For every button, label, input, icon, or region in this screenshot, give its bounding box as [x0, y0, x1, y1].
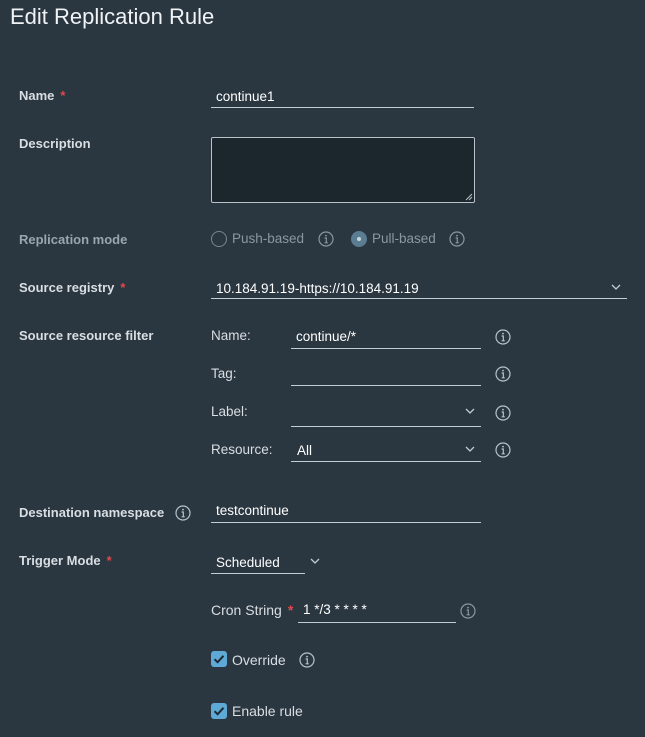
name-label: Name * — [19, 88, 65, 103]
filter-resource-info-icon[interactable] — [495, 442, 511, 458]
cron-string-value: 1 */3 * * * * — [303, 602, 367, 617]
required-marker: * — [287, 602, 294, 618]
filter-label-info-icon[interactable] — [495, 405, 511, 421]
required-marker: * — [60, 88, 66, 103]
pull-based-radio[interactable] — [351, 231, 367, 247]
chevron-down-icon — [465, 446, 475, 452]
override-info-icon[interactable] — [299, 652, 315, 668]
filter-tag-label: Tag: — [211, 366, 237, 381]
filter-label-select[interactable] — [291, 401, 481, 427]
resize-grip-icon[interactable] — [465, 193, 473, 201]
source-registry-select[interactable]: 10.184.91.19-https://10.184.91.19 — [211, 275, 627, 299]
push-based-info-icon[interactable] — [318, 231, 334, 247]
source-filter-label: Source resource filter — [19, 328, 154, 343]
source-registry-label: Source registry * — [19, 280, 125, 295]
filter-resource-value: All — [297, 443, 313, 458]
required-marker: * — [120, 280, 126, 295]
override-label: Override — [232, 652, 286, 668]
override-checkbox[interactable] — [211, 651, 227, 667]
push-based-label: Push-based — [232, 231, 305, 246]
required-marker: * — [106, 553, 112, 568]
replication-mode-label: Replication mode — [19, 232, 128, 247]
trigger-mode-label-text: Trigger Mode — [19, 553, 101, 568]
cron-string-label-text: Cron String — [211, 602, 282, 618]
filter-name-value: continue/* — [296, 329, 357, 344]
destination-namespace-input[interactable]: testcontinue — [211, 499, 481, 523]
pull-based-info-icon[interactable] — [449, 231, 465, 247]
destination-namespace-label: Destination namespace — [19, 505, 165, 520]
pull-based-label: Pull-based — [372, 231, 436, 246]
checkmark-icon — [213, 707, 225, 716]
filter-name-info-icon[interactable] — [495, 329, 511, 345]
cron-string-info-icon[interactable] — [460, 603, 476, 619]
push-based-radio[interactable] — [211, 231, 227, 247]
enable-rule-checkbox[interactable] — [211, 703, 227, 719]
destination-namespace-value: testcontinue — [216, 503, 289, 518]
source-registry-value: 10.184.91.19-https://10.184.91.19 — [216, 281, 419, 296]
enable-rule-label: Enable rule — [232, 703, 303, 719]
filter-resource-label: Resource: — [211, 442, 273, 457]
filter-resource-select[interactable]: All — [291, 438, 481, 462]
checkmark-icon — [213, 655, 225, 664]
page-title: Edit Replication Rule — [10, 4, 215, 29]
filter-name-label: Name: — [211, 328, 251, 343]
name-input[interactable]: continue1 — [211, 84, 474, 108]
cron-string-label: Cron String * — [211, 602, 293, 618]
filter-label-label: Label: — [211, 404, 248, 419]
chevron-down-icon — [465, 408, 475, 414]
name-input-value: continue1 — [216, 89, 275, 104]
cron-string-input[interactable]: 1 */3 * * * * — [298, 599, 456, 623]
description-textarea[interactable] — [211, 137, 475, 203]
filter-tag-info-icon[interactable] — [495, 366, 511, 382]
name-label-text: Name — [19, 88, 55, 103]
chevron-down-icon[interactable] — [310, 558, 320, 564]
description-label: Description — [19, 136, 91, 151]
filter-name-input[interactable]: continue/* — [291, 325, 481, 349]
filter-tag-input[interactable] — [291, 362, 481, 386]
trigger-mode-value: Scheduled — [216, 555, 280, 570]
destination-namespace-info-icon[interactable] — [175, 505, 191, 521]
chevron-down-icon — [611, 284, 621, 290]
trigger-mode-label: Trigger Mode * — [19, 553, 112, 568]
trigger-mode-select[interactable]: Scheduled — [211, 550, 305, 574]
source-registry-label-text: Source registry — [19, 280, 115, 295]
